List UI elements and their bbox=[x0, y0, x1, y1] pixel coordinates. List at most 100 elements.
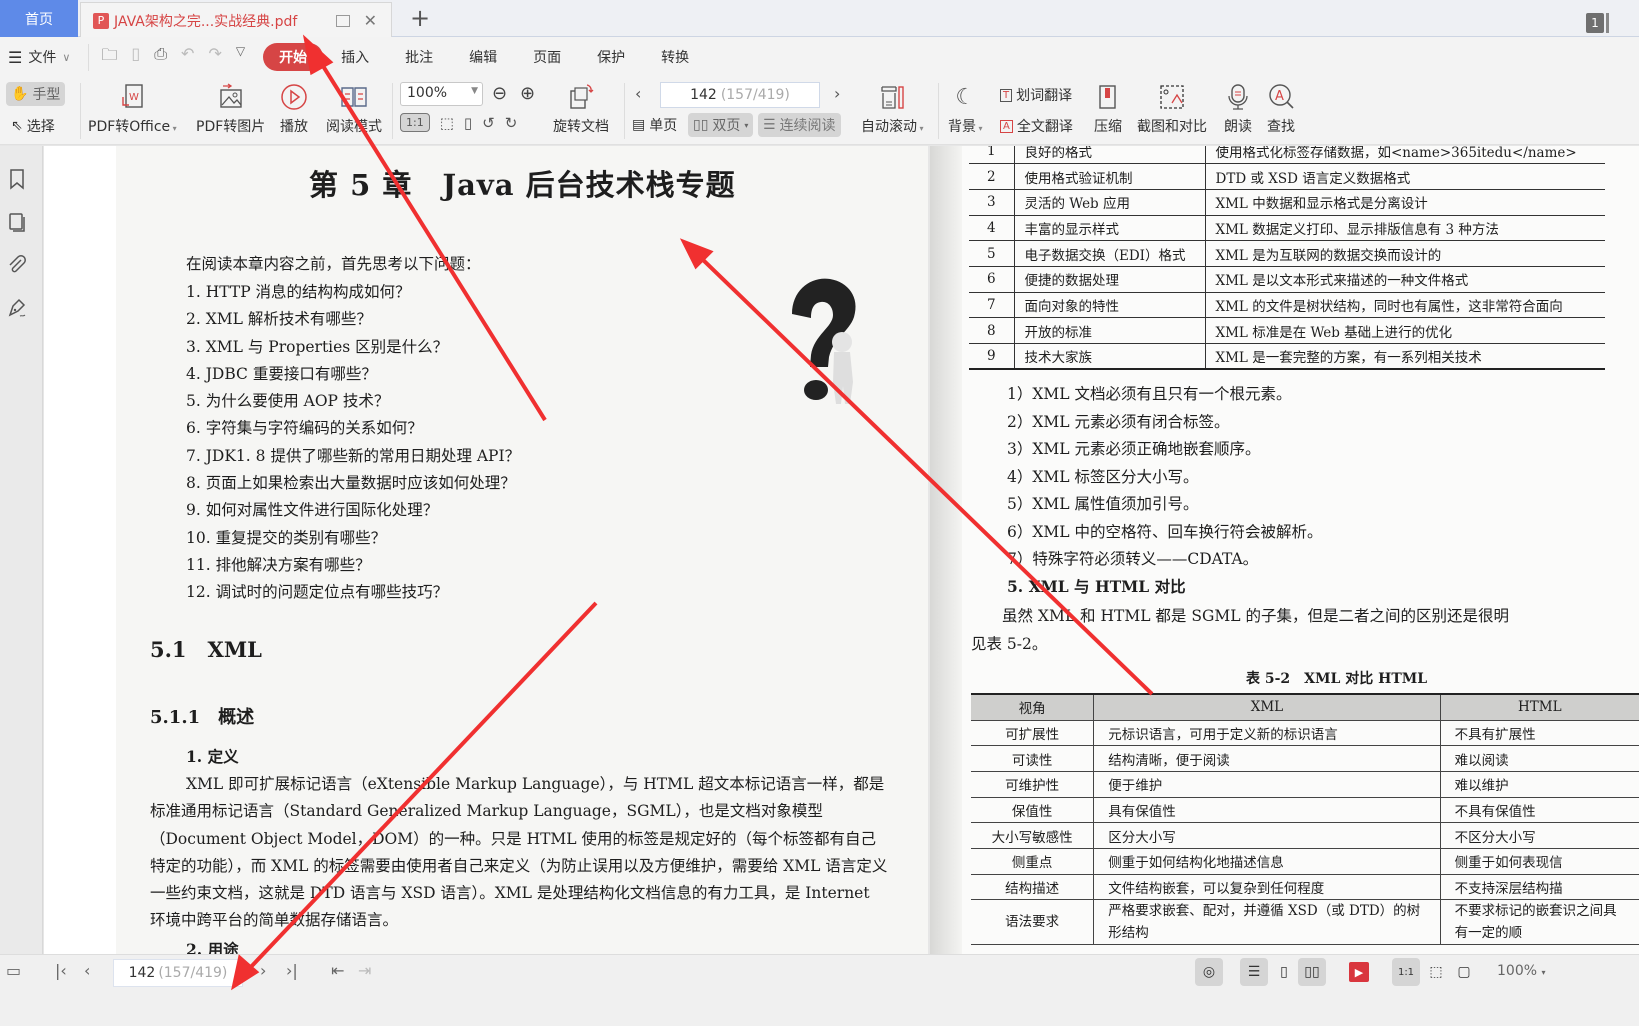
table-cell: 7 bbox=[969, 292, 1015, 319]
continuous-view-icon[interactable]: ☰ bbox=[1240, 958, 1268, 986]
table-cell: 灵活的 Web 应用 bbox=[1014, 189, 1206, 216]
xml-rules-list: 1）XML 文档必须有且只有一个根元素。 2）XML 元素必须有闭合标签。 3）… bbox=[1007, 381, 1323, 574]
ribbon-tab-protect[interactable]: 保护 bbox=[579, 43, 643, 71]
compare-paragraph: 虽然 XML 和 HTML 都是 SGML 的子集，但是二者之间的区别还是很明 … bbox=[971, 602, 1639, 658]
file-menu[interactable]: ☰ 文件 ∨ bbox=[8, 47, 70, 67]
save-icon[interactable]: ▯ bbox=[131, 44, 140, 71]
undo-icon[interactable]: ↶ bbox=[181, 44, 194, 71]
fit-width-icon[interactable]: ▯ bbox=[464, 114, 472, 132]
double-page-button[interactable]: ▯▯ 双页 ▾ bbox=[688, 113, 754, 137]
hand-icon: ✋ bbox=[11, 86, 29, 102]
rotate-document-icon bbox=[566, 82, 596, 112]
toggle-sidebar-icon[interactable]: ▭ bbox=[6, 961, 21, 980]
table-cell: 电子数据交换（EDI）格式 bbox=[1014, 240, 1206, 267]
ribbon-tab-insert[interactable]: 插入 bbox=[323, 43, 387, 71]
eye-protection-icon[interactable]: ◎ bbox=[1195, 958, 1223, 986]
bookmark-icon[interactable] bbox=[6, 168, 28, 190]
chevron-down-icon: ∨ bbox=[62, 50, 71, 64]
table-cell: 可扩展性 bbox=[971, 720, 1095, 747]
usage-heading: 2. 用途 bbox=[186, 940, 239, 954]
play-button[interactable]: 播放 bbox=[279, 82, 309, 136]
auto-scroll-button[interactable]: 自动滚动 ▾ bbox=[861, 82, 924, 136]
full-translate-button[interactable]: A 全文翻译 bbox=[1000, 116, 1073, 136]
back-view-icon[interactable]: ⇤ bbox=[331, 961, 344, 980]
select-tool-button[interactable]: ⇖ 选择 bbox=[11, 116, 55, 136]
document-viewer[interactable]: 第 5 章 Java 后台技术栈专题 在阅读本章内容之前，首先思考以下问题： 1… bbox=[44, 146, 1639, 954]
pin-tab-icon[interactable] bbox=[335, 14, 350, 27]
zoom-in-icon[interactable]: ⊕ bbox=[520, 83, 535, 104]
actual-size-icon[interactable]: 1:1 bbox=[400, 113, 430, 132]
previous-page-icon[interactable]: ‹ bbox=[635, 84, 641, 103]
table-cell: 使用格式验证机制 bbox=[1014, 163, 1206, 190]
print-icon[interactable]: ⎙ bbox=[154, 44, 167, 71]
ribbon-tab-start[interactable]: 开始 bbox=[263, 43, 324, 71]
find-label: 查找 bbox=[1267, 119, 1295, 135]
table-row: 可读性 结构清晰，便于阅读 难以阅读 bbox=[971, 745, 1639, 772]
open-folder-icon[interactable]: 🗀 bbox=[101, 44, 117, 71]
rotate-left-icon[interactable]: ↺ bbox=[482, 114, 495, 132]
redo-icon[interactable]: ↷ bbox=[208, 44, 221, 71]
fit-width-icon[interactable]: ▢ bbox=[1450, 958, 1478, 986]
compress-button[interactable]: 压缩 bbox=[1093, 82, 1123, 136]
page-number-input[interactable]: 142 (157/419) bbox=[660, 82, 820, 108]
window-count-badge[interactable]: 1 bbox=[1586, 13, 1604, 33]
read-mode-button[interactable]: 阅读模式 bbox=[326, 82, 382, 136]
zoom-select[interactable]: 100% ▼ bbox=[400, 82, 483, 106]
continuous-read-button[interactable]: ☰ 连续阅读 bbox=[758, 113, 841, 137]
status-page-input[interactable]: 142 (157/419) bbox=[113, 959, 243, 987]
table-cell: 保值性 bbox=[971, 797, 1095, 824]
rotate-document-button[interactable]: 旋转文档 bbox=[553, 82, 609, 136]
table-cell: XML 是一套完整的方案，有一系列相关技术 bbox=[1205, 343, 1605, 371]
table-cell: 不支持深层结构描 bbox=[1440, 874, 1639, 901]
rotate-right-icon[interactable]: ↻ bbox=[505, 114, 518, 132]
signature-icon[interactable] bbox=[6, 297, 28, 319]
pdf-to-image-button[interactable]: PDF转图片 bbox=[196, 82, 265, 136]
thumbnails-icon[interactable] bbox=[6, 211, 28, 233]
next-page-icon[interactable]: › bbox=[834, 84, 840, 103]
word-translate-button[interactable]: T 划词翻译 bbox=[1000, 85, 1072, 105]
next-page-icon[interactable]: › bbox=[260, 961, 266, 980]
table-row: 保值性 具有保值性 不具有保值性 bbox=[971, 797, 1639, 824]
forward-view-icon[interactable]: ⇥ bbox=[358, 961, 371, 980]
ribbon-tab-edit[interactable]: 编辑 bbox=[451, 43, 515, 71]
zoom-out-icon[interactable]: ⊖ bbox=[492, 83, 507, 104]
ribbon-tab-convert[interactable]: 转换 bbox=[643, 43, 707, 71]
find-button[interactable]: A 查找 bbox=[1266, 82, 1296, 136]
tab-home[interactable]: 首页 bbox=[0, 0, 78, 37]
play-slideshow-button[interactable]: ▶ bbox=[1345, 958, 1373, 986]
hand-tool-button[interactable]: ✋ 手型 bbox=[6, 82, 66, 106]
table-row: 5 电子数据交换（EDI）格式 XML 是为互联网的数据交换而设计的 bbox=[969, 240, 1605, 267]
table-row: 3 灵活的 Web 应用 XML 中数据和显示格式是分离设计 bbox=[969, 189, 1605, 216]
single-page-button[interactable]: ▤ 单页 bbox=[632, 115, 677, 135]
page-current: 142 bbox=[690, 87, 717, 103]
attachment-icon[interactable] bbox=[6, 254, 28, 276]
status-zoom-select[interactable]: 100% ▾ bbox=[1497, 963, 1546, 979]
ribbon-tab-page[interactable]: 页面 bbox=[515, 43, 579, 71]
pdf-to-office-button[interactable]: W PDF转Office ▾ bbox=[88, 82, 177, 136]
fit-page-icon[interactable]: ⬚ bbox=[1422, 958, 1450, 986]
tab-home-label: 首页 bbox=[25, 11, 53, 28]
double-page-view-icon[interactable]: ▯▯ bbox=[1298, 958, 1326, 986]
single-page-view-icon[interactable]: ▯ bbox=[1270, 958, 1298, 986]
ribbon-tab-annotate[interactable]: 批注 bbox=[387, 43, 451, 71]
close-tab-icon[interactable]: ✕ bbox=[364, 11, 377, 30]
previous-page-icon[interactable]: ‹ bbox=[84, 961, 90, 980]
customize-dropdown-icon[interactable]: ▽ bbox=[236, 44, 245, 71]
actual-size-icon[interactable]: 1:1 bbox=[1392, 958, 1420, 986]
background-button[interactable]: ☾ 背景 ▾ bbox=[948, 82, 983, 136]
read-aloud-button[interactable]: 朗读 bbox=[1223, 82, 1253, 136]
menu-bar: ☰ 文件 ∨ 🗀 ▯ ⎙ ↶ ↷ ▽ 开始 插入 批注 编辑 页面 保护 转换 bbox=[0, 37, 1639, 77]
double-page-icon: ▯▯ bbox=[693, 117, 709, 133]
first-page-icon[interactable]: |‹ bbox=[55, 961, 67, 980]
last-page-icon[interactable]: ›| bbox=[286, 961, 298, 980]
table-cell: 面向对象的特性 bbox=[1014, 292, 1206, 319]
fit-page-icon[interactable]: ⬚ bbox=[440, 114, 454, 132]
table-cell: 侧重点 bbox=[971, 848, 1095, 875]
single-page-label: 单页 bbox=[649, 118, 678, 134]
status-page-detail: (157/419) bbox=[158, 965, 228, 981]
tab-document[interactable]: P JAVA架构之完...实战经典.pdf ✕ bbox=[80, 2, 392, 38]
new-tab-button[interactable]: + bbox=[410, 4, 430, 32]
question-item: 6. 字符集与字符编码的关系如何？ bbox=[186, 419, 423, 438]
rule-item: 7）特殊字符必须转义——CDATA。 bbox=[1007, 550, 1259, 568]
screenshot-compare-button[interactable]: 截图和对比 bbox=[1137, 82, 1207, 136]
